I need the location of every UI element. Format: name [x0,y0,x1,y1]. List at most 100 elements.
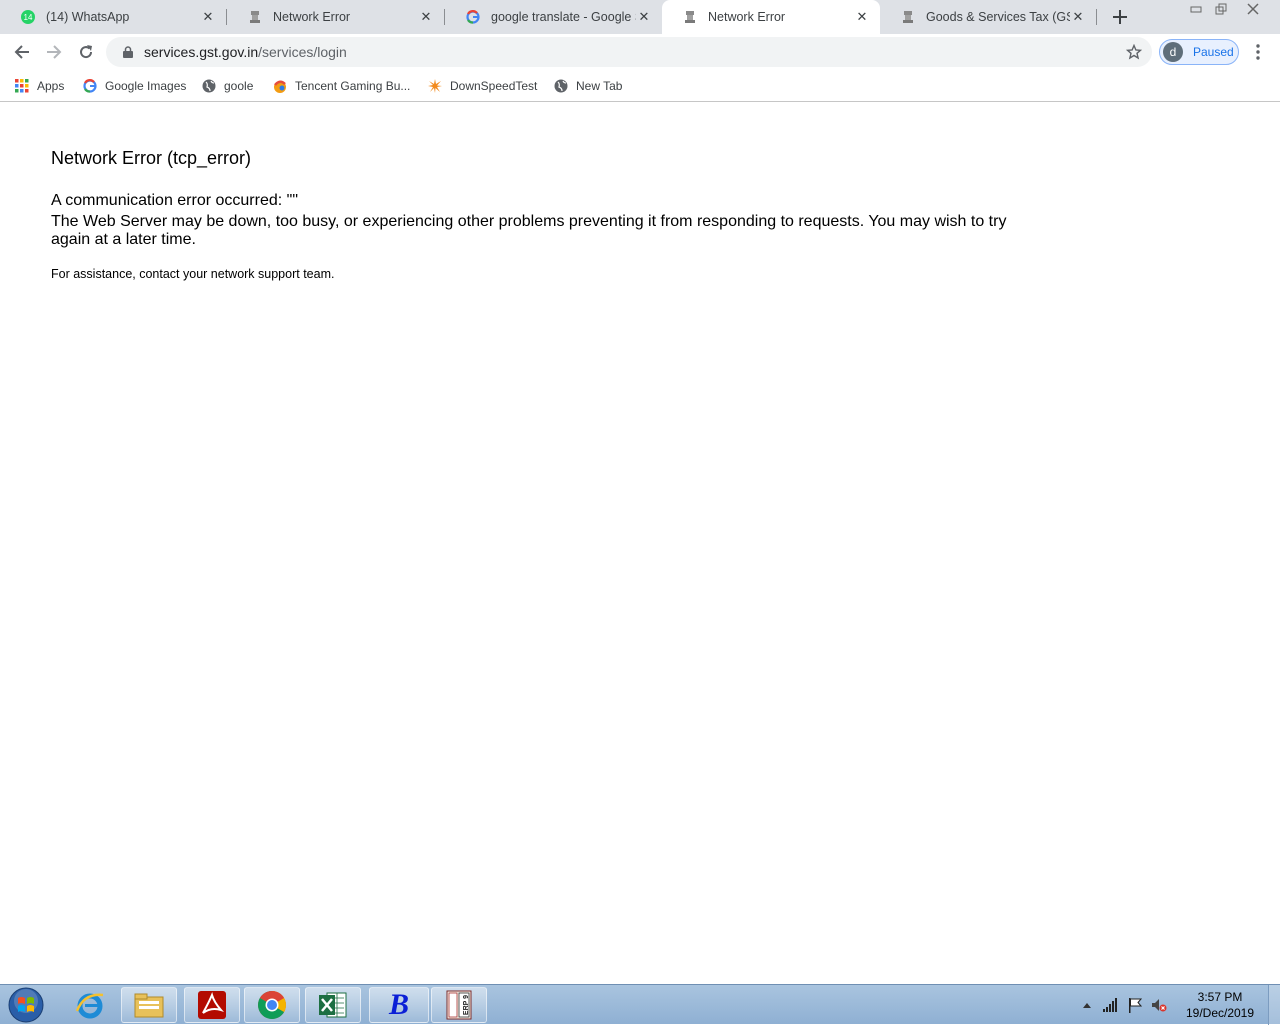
show-desktop-button[interactable] [1268,985,1280,1025]
restore-button[interactable] [1208,0,1234,18]
speaker-muted-icon [1152,999,1167,1012]
forward-button[interactable] [39,37,69,67]
acrobat-icon [198,991,226,1019]
close-icon[interactable]: ✕ [200,9,216,25]
avatar: d [1163,42,1183,62]
tab-google-translate[interactable]: google translate - Google Search ✕ [445,0,662,34]
address-bar[interactable]: services.gst.gov.in/services/login [106,37,1152,67]
clock-time: 3:57 PM [1197,990,1243,1004]
bookmark-goole[interactable]: goole [201,76,253,96]
tally-erp-icon: ERP 9 [446,990,472,1020]
tab-divider [1096,9,1097,25]
taskbar-ie[interactable] [62,987,118,1023]
bookmark-label: Apps [37,79,65,93]
chrome-icon [258,991,286,1019]
restore-icon [1215,3,1227,15]
lock-icon [120,44,136,60]
close-icon[interactable]: ✕ [418,9,434,25]
tray-show-hidden[interactable] [1080,985,1094,1025]
profile-status: Paused [1193,45,1234,59]
tab-gst-login[interactable]: Goods & Services Tax (GST) | Login ✕ [880,0,1096,34]
tray-network[interactable] [1101,985,1121,1025]
url-host: services.gst.gov.in [144,44,259,60]
tencent-icon [272,78,288,94]
starburst-icon [427,78,443,94]
tab-title: Goods & Services Tax (GST) | Login [926,10,1070,24]
bookmark-label: New Tab [576,79,623,93]
apps-grid-icon [14,78,30,94]
windows-orb-icon [8,987,44,1023]
bookmark-label: Tencent Gaming Bu... [295,79,411,93]
bookmark-label: Google Images [105,79,187,93]
error-description: The Web Server may be down, too busy, or… [51,213,1007,248]
start-button[interactable] [6,987,46,1023]
back-button[interactable] [7,37,37,67]
google-icon [465,9,481,25]
whatsapp-icon: 14 [20,9,36,25]
taskbar-clock[interactable]: 3:57 PM 19/Dec/2019 [1180,989,1260,1021]
b-app-icon: B [388,988,409,1021]
windows-taskbar: B ERP 9 3:57 PM 19/Dec/2019 [0,984,1280,1025]
flag-icon [1129,997,1142,1013]
minimize-button[interactable] [1183,0,1209,18]
bookmark-google-images[interactable]: Google Images [82,76,186,96]
close-icon [1247,3,1259,15]
tab-title: Network Error [708,10,786,24]
bookmark-label: goole [224,79,254,93]
arrow-left-icon [14,45,29,59]
bookmark-new-tab[interactable]: New Tab [553,76,622,96]
browser-toolbar: services.gst.gov.in/services/login d Pau… [0,34,1280,70]
taskbar-b-app[interactable]: B [369,987,429,1023]
tray-volume[interactable] [1149,985,1169,1025]
close-icon[interactable]: ✕ [636,9,652,25]
taskbar-acrobat[interactable] [184,987,240,1023]
emblem-icon [900,9,916,25]
tab-network-error-active[interactable]: Network Error ✕ [662,0,880,34]
svg-text:ERP 9: ERP 9 [463,995,470,1015]
close-icon[interactable]: ✕ [854,9,870,25]
error-message: A communication error occurred: "" [51,192,299,209]
excel-icon [319,992,347,1018]
close-icon[interactable]: ✕ [1070,9,1086,25]
tab-network-error[interactable]: Network Error ✕ [227,0,444,34]
url-path: /services/login [258,44,347,60]
bookmarks-bar: Apps Google Images goole Tencent Gaming … [0,70,1280,102]
clock-date: 19/Dec/2019 [1185,1006,1255,1020]
bookmark-tencent[interactable]: Tencent Gaming Bu... [272,76,410,96]
tab-badge: 14 [24,13,33,22]
plus-icon [1113,10,1127,24]
menu-button[interactable] [1248,42,1268,62]
emblem-icon [247,9,263,25]
profile-button[interactable]: d Paused [1159,39,1239,65]
error-page: Network Error (tcp_error) A communicatio… [51,148,1011,281]
caret-up-icon [1083,1003,1091,1008]
assistance-text: For assistance, contact your network sup… [51,267,335,281]
google-icon [82,78,98,94]
kebab-menu-icon [1256,44,1260,60]
window-close-button[interactable] [1240,0,1266,18]
bookmark-label: DownSpeedTest [450,79,538,93]
emblem-icon [682,9,698,25]
arrow-right-icon [47,45,62,59]
internet-explorer-icon [75,993,104,1019]
tab-whatsapp[interactable]: 14 (14) WhatsApp ✕ [0,0,226,34]
tab-strip: 14 (14) WhatsApp ✕ Network Error ✕ googl… [0,0,1280,34]
new-tab-button[interactable] [1108,5,1132,29]
folder-icon [134,993,164,1018]
taskbar-chrome[interactable] [244,987,300,1023]
signal-bars-icon [1103,998,1117,1012]
url-text: services.gst.gov.in/services/login [144,44,347,60]
tray-action-center[interactable] [1125,985,1145,1025]
star-icon[interactable] [1125,43,1143,60]
bookmark-apps[interactable]: Apps [14,76,64,96]
reload-button[interactable] [71,37,101,67]
tab-title: Network Error [273,10,351,24]
taskbar-tally[interactable]: ERP 9 [431,987,487,1023]
bookmark-downspeedtest[interactable]: DownSpeedTest [427,76,537,96]
tab-title: google translate - Google Search [491,10,636,24]
taskbar-excel[interactable] [305,987,361,1023]
taskbar-explorer[interactable] [121,987,177,1023]
globe-icon [201,78,217,94]
globe-icon [553,78,569,94]
minimize-icon [1190,6,1202,13]
